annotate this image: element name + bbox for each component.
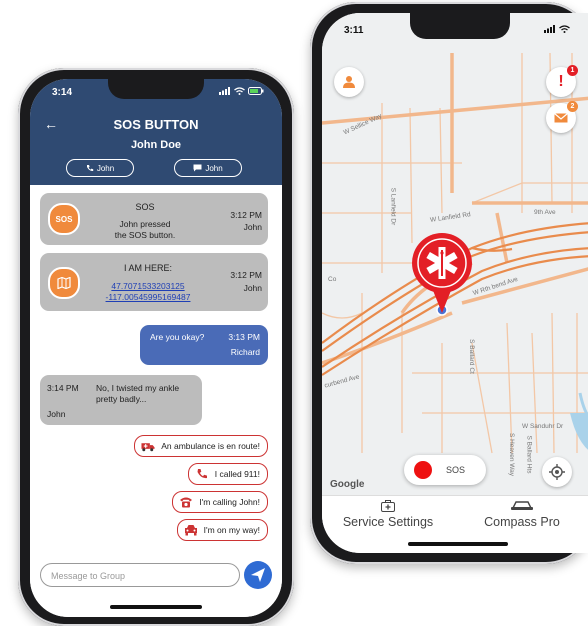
ambulance-icon [141,439,155,453]
recenter-button[interactable] [542,457,572,487]
road-label: W Sanduhr Dr [522,423,564,430]
road-label: Co [328,276,337,283]
home-indicator [110,605,202,609]
car-icon [511,501,533,510]
quick-reply-label: I called 911! [214,469,260,479]
sos-message-body-line2: the SOS button. [114,230,176,240]
tab-service-settings[interactable]: Service Settings [328,500,448,529]
phone-icon [195,467,209,481]
map-screen: W Sellice Way 9th Ave W Lanfield Rd W Rt… [322,13,588,553]
sos-dot-icon [414,461,432,479]
map-icon [48,267,80,299]
road-label: S Ballard Ct [467,339,475,374]
quick-reply-calling-john[interactable]: I'm calling John! [172,491,268,513]
sos-message-title: SOS [135,202,155,212]
message-button-label: John [205,163,223,173]
message-sender: John [243,222,262,232]
exclamation-icon: ! [558,73,564,90]
incoming-message-bubble: 3:14 PM No, I twisted my ankle pretty ba… [40,375,202,425]
incoming-message-line2: pretty badly... [96,394,147,404]
page-title: SOS BUTTON [113,117,199,132]
message-list[interactable]: SOS SOS John pressed the SOS button. 3:1… [30,185,282,617]
status-icons [544,25,570,33]
sos-label: SOS [446,465,466,475]
map-view[interactable]: W Sellice Way 9th Ave W Lanfield Rd W Rt… [322,13,588,495]
left-phone: 3:14 ← SOS BUTTON John Doe John John SOS [18,68,294,626]
sos-message-body-line1: John pressed [119,219,171,229]
quick-reply-label: I'm calling John! [199,497,260,507]
send-icon [251,568,265,582]
notch [410,13,510,39]
sos-message-bubble: SOS SOS John pressed the SOS button. 3:1… [40,193,268,245]
message-time: 3:12 PM [230,210,262,220]
tab-compass-pro[interactable]: Compass Pro [462,500,582,529]
road-label: 9th Ave [534,209,556,216]
profile-button[interactable] [334,67,364,97]
location-title: I AM HERE: [123,263,172,273]
outgoing-message-text: Are you okay? [150,332,205,342]
message-time: 3:14 PM [47,383,79,393]
telephone-icon [179,495,193,509]
call-button-label: John [96,163,115,173]
phone-icon [86,165,94,172]
road-label: S Heaven Way [508,432,516,477]
message-sender: John [243,283,262,293]
call-john-button[interactable]: John [66,159,134,177]
target-icon [549,464,565,480]
quick-reply-label: I'm on my way! [203,525,260,535]
signal-icons [219,87,264,95]
message-time: 3:13 PM [228,332,260,342]
wifi-icon [234,87,245,95]
road-label: S Ballard Hts [525,435,533,474]
quick-reply-label: An ambulance is en route! [161,441,260,451]
tab-label: Service Settings [342,515,434,529]
signal-icon [219,87,230,95]
sos-icon: SOS [48,203,80,235]
message-sender: Richard [230,347,260,357]
home-indicator [408,542,508,546]
battery-icon [248,87,264,95]
outgoing-message-bubble: Are you okay? 3:13 PM Richard [140,325,268,365]
car-icon [184,523,198,537]
mail-badge: 2 [567,101,578,112]
mail-icon [554,113,568,123]
coordinates-link-line2[interactable]: -117.00545995169487 [88,292,208,302]
right-phone: W Sellice Way 9th Ave W Lanfield Rd W Rt… [310,2,588,564]
coordinates-link-line1[interactable]: 47.7071533203125 [88,281,208,291]
location-message-bubble: I AM HERE: 47.7071533203125 -117.0054599… [40,253,268,311]
incoming-message-line1: No, I twisted my ankle [96,383,180,393]
road-label: S Lanfield Dr [389,187,397,226]
quick-reply-ambulance[interactable]: An ambulance is en route! [134,435,268,457]
quick-reply-called-911[interactable]: I called 911! [187,463,268,485]
tab-label: Compass Pro [484,515,560,529]
message-john-button[interactable]: John [174,159,242,177]
status-time: 3:11 [344,25,364,36]
message-input[interactable]: Message to Group [40,563,240,587]
mail-button[interactable]: 2 [546,101,578,133]
notch [108,79,204,99]
message-time: 3:12 PM [230,270,262,280]
alert-badge: 1 [567,65,578,76]
chat-icon [193,164,202,172]
bottom-tab-bar: Service Settings Compass Pro [322,495,588,553]
medical-kit-icon [381,500,395,512]
google-logo: Google [330,479,365,490]
person-icon [343,76,355,88]
wifi-icon [559,25,570,33]
quick-reply-on-my-way[interactable]: I'm on my way! [176,519,268,541]
sos-button[interactable]: SOS [404,455,486,485]
status-time: 3:14 [52,87,73,98]
alert-button[interactable]: ! 1 [546,65,578,97]
send-button[interactable] [244,561,272,589]
signal-icon [544,25,555,33]
contact-name: John Doe [130,139,182,151]
chat-screen: 3:14 ← SOS BUTTON John Doe John John SOS [30,79,282,617]
message-sender: John [47,409,66,419]
